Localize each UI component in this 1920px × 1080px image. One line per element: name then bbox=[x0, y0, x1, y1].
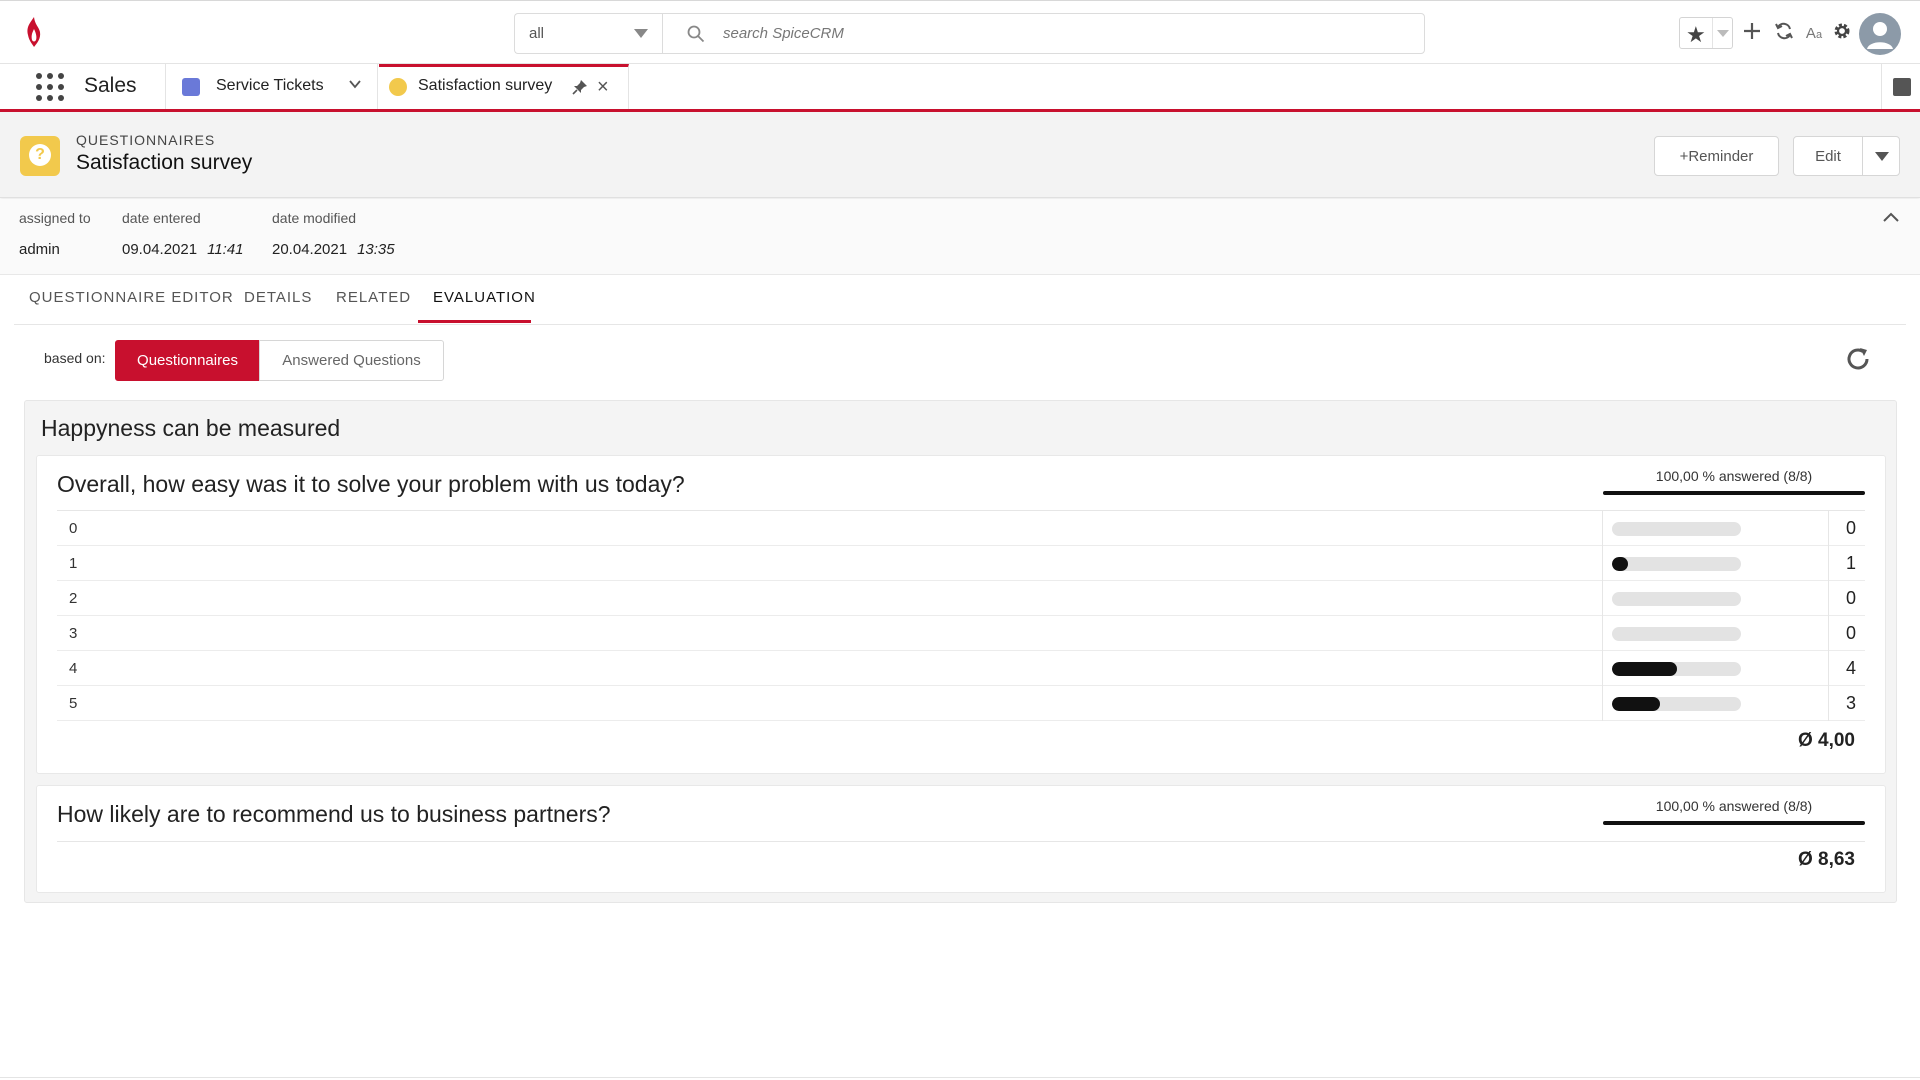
chevron-down-icon[interactable] bbox=[348, 77, 362, 91]
answer-bar bbox=[1612, 522, 1741, 536]
record-tabs: QUESTIONNAIRE EDITOR DETAILS RELATED EVA… bbox=[14, 275, 1906, 325]
answer-bar bbox=[1612, 697, 1741, 711]
nav-divider bbox=[1881, 64, 1882, 109]
answer-option: 1 bbox=[69, 555, 78, 572]
answer-count: 0 bbox=[1845, 588, 1856, 608]
tab-questionnaire-editor[interactable]: QUESTIONNAIRE EDITOR bbox=[29, 289, 234, 306]
search-scope-value: all bbox=[529, 25, 545, 42]
top-bar: all ★ Aa bbox=[0, 0, 1920, 64]
search-input[interactable] bbox=[723, 14, 1403, 53]
tab-label: Satisfaction survey bbox=[418, 77, 553, 94]
favorites-dropdown[interactable] bbox=[1712, 18, 1732, 48]
active-tab-indicator bbox=[418, 320, 531, 323]
answered-rate: 100,00 % answered (8/8) bbox=[1655, 798, 1813, 814]
app-launcher-icon[interactable] bbox=[36, 73, 64, 101]
answer-bar bbox=[1612, 557, 1741, 571]
questionnaire-module-icon: ? bbox=[20, 136, 60, 176]
question-text: Overall, how easy was it to solve your p… bbox=[57, 471, 685, 497]
sync-icon[interactable] bbox=[1771, 21, 1797, 47]
assigned-to-value: admin bbox=[19, 241, 60, 258]
answer-option: 2 bbox=[69, 590, 78, 607]
answer-row: 5 3 bbox=[57, 686, 1865, 721]
search-scope-select[interactable]: all bbox=[514, 13, 662, 54]
tab-label: Service Tickets bbox=[216, 77, 324, 94]
answer-bar bbox=[1612, 627, 1741, 641]
calendar-icon[interactable] bbox=[1893, 78, 1911, 96]
tab-satisfaction-survey[interactable]: Satisfaction survey × bbox=[379, 64, 629, 109]
date-entered-date: 09.04.2021 bbox=[122, 241, 198, 258]
font-size-icon[interactable]: Aa bbox=[1801, 21, 1827, 47]
answer-bar bbox=[1612, 592, 1741, 606]
global-search bbox=[662, 13, 1425, 54]
answer-row: 2 0 bbox=[57, 581, 1865, 616]
user-avatar[interactable] bbox=[1859, 13, 1901, 55]
add-reminder-button[interactable]: +Reminder bbox=[1654, 136, 1779, 176]
answered-questions-toggle[interactable]: Answered Questions bbox=[259, 340, 444, 381]
date-modified-value: 20.04.2021 13:35 bbox=[272, 241, 395, 258]
close-icon[interactable]: × bbox=[597, 76, 609, 99]
question-card: Overall, how easy was it to solve your p… bbox=[36, 455, 1886, 774]
caret-down-icon bbox=[634, 29, 648, 38]
questionnaire-icon bbox=[389, 78, 407, 96]
answered-progress-bar bbox=[1603, 491, 1865, 495]
app-name[interactable]: Sales bbox=[84, 74, 137, 98]
divider bbox=[57, 841, 1865, 842]
date-entered-time: 11:41 bbox=[207, 241, 244, 258]
answer-option: 0 bbox=[69, 520, 78, 537]
based-on-label: based on: bbox=[44, 350, 106, 366]
footer-divider bbox=[0, 1077, 1920, 1078]
section-title: Happyness can be measured bbox=[41, 415, 341, 441]
date-entered-value: 09.04.2021 11:41 bbox=[122, 241, 244, 258]
gear-icon[interactable] bbox=[1829, 21, 1855, 47]
nav-bar: Sales Service Tickets Satisfaction surve… bbox=[0, 64, 1920, 112]
service-ticket-icon bbox=[182, 78, 200, 96]
answer-row: 3 0 bbox=[57, 616, 1865, 651]
date-modified-label: date modified bbox=[272, 210, 357, 226]
record-fields: assigned to admin date entered 09.04.202… bbox=[0, 199, 1920, 275]
answered-rate: 100,00 % answered (8/8) bbox=[1655, 468, 1813, 484]
tab-evaluation[interactable]: EVALUATION bbox=[433, 289, 536, 306]
answer-row: 4 4 bbox=[57, 651, 1865, 686]
record-title: Satisfaction survey bbox=[76, 151, 253, 174]
spicecrm-logo[interactable] bbox=[22, 15, 46, 49]
answer-count: 0 bbox=[1845, 623, 1856, 643]
favorites-button[interactable]: ★ bbox=[1679, 17, 1733, 49]
answer-bar bbox=[1612, 662, 1741, 676]
module-label: QUESTIONNAIRES bbox=[76, 132, 216, 148]
search-icon bbox=[687, 25, 705, 43]
question-text: How likely are to recommend us to busine… bbox=[57, 801, 611, 827]
pin-icon[interactable] bbox=[572, 79, 588, 95]
date-modified-time: 13:35 bbox=[357, 241, 395, 258]
edit-button[interactable]: Edit bbox=[1793, 136, 1863, 176]
answer-count: 1 bbox=[1845, 553, 1856, 573]
assigned-to-label: assigned to bbox=[19, 210, 91, 226]
question-card: How likely are to recommend us to busine… bbox=[36, 785, 1886, 893]
more-actions-button[interactable] bbox=[1862, 136, 1900, 176]
date-modified-date: 20.04.2021 bbox=[272, 241, 348, 258]
answer-option: 3 bbox=[69, 625, 78, 642]
star-icon: ★ bbox=[1686, 22, 1706, 47]
tab-details[interactable]: DETAILS bbox=[244, 289, 312, 306]
answered-progress-bar bbox=[1603, 821, 1865, 825]
answer-option: 4 bbox=[69, 660, 78, 677]
questionnaires-toggle[interactable]: Questionnaires bbox=[115, 340, 260, 381]
record-header: ? QUESTIONNAIRES Satisfaction survey +Re… bbox=[0, 112, 1920, 198]
tab-related[interactable]: RELATED bbox=[336, 289, 411, 306]
refresh-icon[interactable] bbox=[1843, 344, 1873, 374]
tab-service-tickets[interactable]: Service Tickets bbox=[166, 64, 378, 109]
answer-count: 4 bbox=[1845, 658, 1856, 678]
average-score: Ø 8,63 bbox=[1797, 849, 1855, 870]
date-entered-label: date entered bbox=[122, 210, 201, 226]
evaluation-section: Happyness can be measured Overall, how e… bbox=[24, 400, 1897, 903]
answer-option: 5 bbox=[69, 695, 78, 712]
add-icon[interactable] bbox=[1739, 21, 1765, 47]
answer-row: 1 1 bbox=[57, 546, 1865, 581]
answer-row: 0 0 bbox=[57, 511, 1865, 546]
answer-count: 0 bbox=[1845, 518, 1856, 538]
average-score: Ø 4,00 bbox=[1797, 730, 1855, 751]
answer-count: 3 bbox=[1845, 693, 1856, 713]
chevron-up-icon[interactable] bbox=[1882, 211, 1900, 223]
